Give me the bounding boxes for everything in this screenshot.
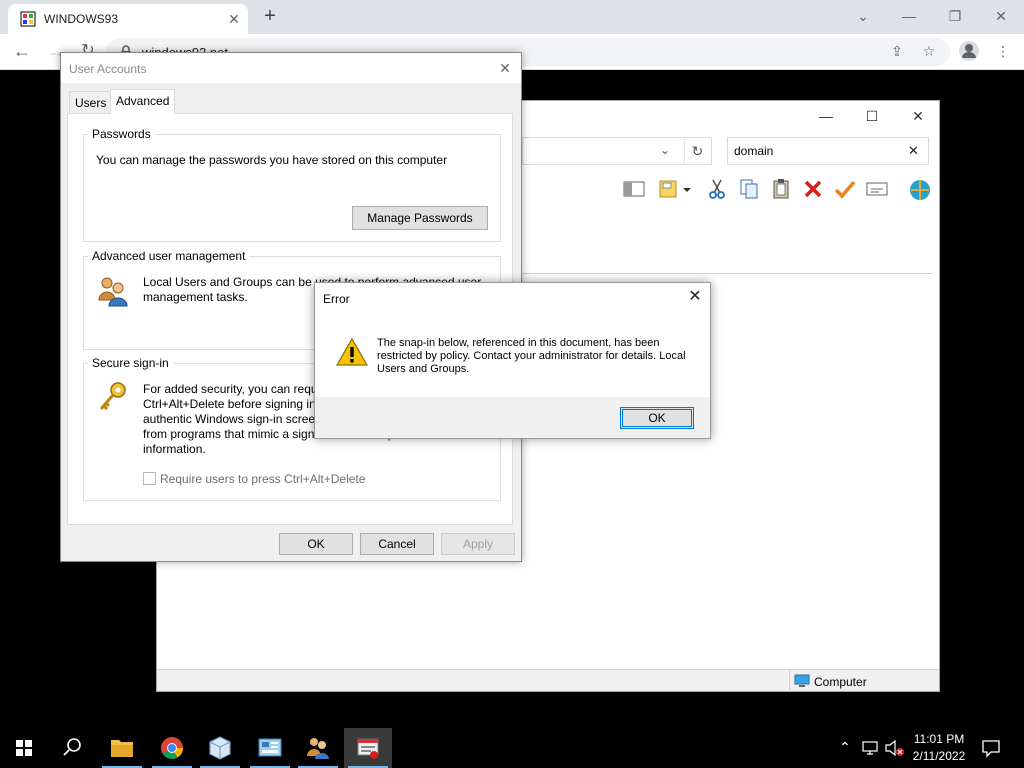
error-message: The snap-in below, referenced in this do… xyxy=(377,337,686,375)
status-divider xyxy=(789,670,790,692)
error-dialog-title: Error xyxy=(323,292,350,306)
mmc-minimize-button[interactable]: — xyxy=(811,105,841,127)
clock-time[interactable]: 11:01 PM xyxy=(906,732,972,746)
cancel-button[interactable]: Cancel xyxy=(360,533,434,555)
bookmark-star-icon[interactable]: ☆ xyxy=(918,40,940,62)
windows93-favicon-icon xyxy=(20,11,36,27)
browser-tab-title: WINDOWS93 xyxy=(44,12,119,26)
share-icon[interactable]: ⇪ xyxy=(886,40,908,62)
ok-button[interactable]: OK xyxy=(279,533,353,555)
apply-button[interactable]: Apply xyxy=(441,533,515,555)
users-group-icon xyxy=(96,274,130,308)
status-text: Computer xyxy=(814,675,867,689)
view-dropdown-chevron-icon[interactable] xyxy=(681,177,693,201)
key-icon xyxy=(96,380,130,414)
network-icon[interactable] xyxy=(860,739,880,757)
passwords-description: You can manage the passwords you have st… xyxy=(96,153,448,167)
checkmark-icon[interactable] xyxy=(833,177,857,201)
mmc-search-input[interactable]: domain ✕ xyxy=(727,137,929,165)
browser-menu-icon[interactable]: ⋮ xyxy=(992,40,1014,62)
tab-close-icon[interactable]: ✕ xyxy=(226,11,242,27)
manage-passwords-button[interactable]: Manage Passwords xyxy=(352,206,488,230)
paste-icon[interactable] xyxy=(769,177,793,201)
browser-tab-strip: WINDOWS93 ✕ + ⌄ — ❐ ✕ xyxy=(0,0,1024,34)
error-ok-button[interactable]: OK xyxy=(620,407,694,429)
secure-group-title: Secure sign-in xyxy=(88,356,173,370)
minimize-browser-button[interactable]: — xyxy=(894,4,924,28)
computer-icon xyxy=(794,674,810,688)
cut-icon[interactable] xyxy=(705,177,729,201)
search-value: domain xyxy=(734,144,774,158)
export-list-icon[interactable] xyxy=(865,177,889,201)
copy-icon[interactable] xyxy=(737,177,761,201)
delete-icon[interactable] xyxy=(801,177,825,201)
tab-users[interactable]: Users xyxy=(69,91,113,113)
mmc-close-button[interactable]: ✕ xyxy=(903,105,933,127)
users-icon[interactable] xyxy=(294,728,342,768)
browser-tab[interactable]: WINDOWS93 ✕ xyxy=(8,4,248,34)
chevron-down-icon[interactable]: ⌄ xyxy=(657,143,673,159)
require-ctrl-alt-delete-checkbox[interactable] xyxy=(143,472,156,485)
help-globe-icon[interactable] xyxy=(905,177,935,201)
user-accounts-titlebar: User Accounts ✕ xyxy=(61,53,521,83)
refresh-icon[interactable]: ↻ xyxy=(684,139,710,163)
close-icon[interactable]: ✕ xyxy=(493,58,517,78)
start-icon[interactable] xyxy=(0,728,48,768)
virtualbox-icon[interactable] xyxy=(196,728,244,768)
tab-search-chevron-icon[interactable]: ⌄ xyxy=(848,4,878,28)
back-arrow-icon[interactable]: ← xyxy=(10,39,34,63)
mmc-icon[interactable] xyxy=(344,728,392,768)
column-header-divider xyxy=(522,273,932,274)
require-ctrl-alt-delete-label: Require users to press Ctrl+Alt+Delete xyxy=(160,472,366,486)
warning-icon xyxy=(335,337,369,367)
notifications-icon[interactable] xyxy=(980,738,1002,758)
chrome-icon[interactable] xyxy=(148,728,196,768)
control-panel-icon[interactable] xyxy=(246,728,294,768)
clear-search-icon[interactable]: ✕ xyxy=(908,143,919,159)
mmc-status-bar: Computer xyxy=(157,669,939,692)
search-icon[interactable] xyxy=(48,728,96,768)
error-dialog-body: Error ✕ The snap-in below, referenced in… xyxy=(315,283,710,397)
restore-browser-button[interactable]: ❐ xyxy=(940,4,970,28)
show-hidden-icons-chevron-icon[interactable]: ⌃ xyxy=(836,739,854,757)
passwords-group-title: Passwords xyxy=(88,127,155,141)
new-tab-button[interactable]: + xyxy=(260,6,280,27)
clock-date[interactable]: 2/11/2022 xyxy=(906,749,972,763)
mmc-maximize-button[interactable]: ☐ xyxy=(857,105,887,127)
properties-view-icon[interactable] xyxy=(657,177,681,201)
taskbar: ⌃ 11:01 PM 2/11/2022 xyxy=(0,728,1024,768)
file-explorer-icon[interactable] xyxy=(98,728,146,768)
advanced-group-title: Advanced user management xyxy=(88,249,250,263)
profile-avatar-icon[interactable] xyxy=(958,40,980,62)
close-browser-button[interactable]: ✕ xyxy=(986,4,1016,28)
mmc-toolbar xyxy=(517,173,939,205)
close-icon[interactable]: ✕ xyxy=(683,287,707,307)
tab-advanced[interactable]: Advanced xyxy=(110,89,176,114)
error-dialog: Error ✕ The snap-in below, referenced in… xyxy=(314,282,711,439)
show-hide-pane-icon[interactable] xyxy=(622,177,646,201)
volume-muted-icon[interactable] xyxy=(884,739,906,757)
dialog-title: User Accounts xyxy=(69,62,147,76)
